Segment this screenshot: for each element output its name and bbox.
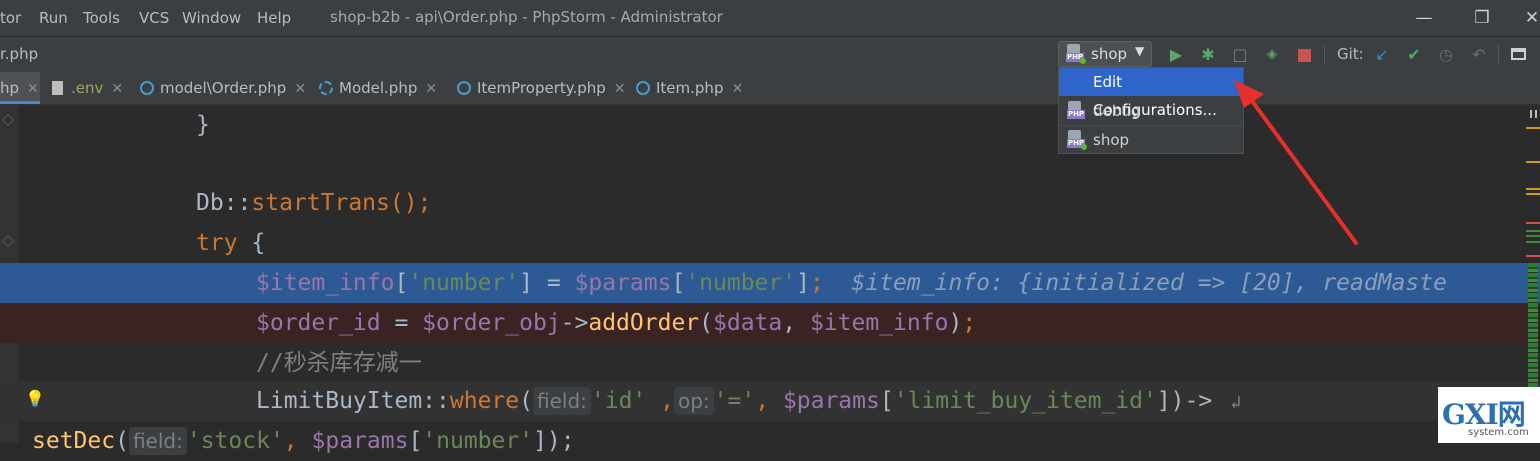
- run-icon[interactable]: ▶: [1166, 45, 1186, 65]
- listen-debug-icon[interactable]: ◈: [1262, 45, 1282, 65]
- close-tab-icon[interactable]: ✕: [27, 81, 39, 97]
- stripe-marker[interactable]: [1526, 193, 1540, 195]
- close-tab-icon[interactable]: ✕: [294, 81, 306, 97]
- php-run-config-icon: PHP: [1066, 44, 1086, 64]
- close-tab-icon[interactable]: ✕: [614, 81, 626, 97]
- stop-icon[interactable]: [1294, 45, 1314, 65]
- stripe-marker[interactable]: [1530, 110, 1532, 118]
- file-icon: [52, 81, 63, 95]
- chevron-down-icon: ▼: [1135, 44, 1145, 58]
- menu-item-shop[interactable]: PHP shop: [1059, 126, 1243, 154]
- window-title: shop-b2b - api\Order.php - PhpStorm - Ad…: [330, 8, 723, 26]
- close-window-icon[interactable]: ✕: [1520, 6, 1540, 30]
- tab-label: model\Order.php: [160, 79, 287, 97]
- inline-debug-value: $item_info: {initialized => [20], readMa…: [851, 270, 1447, 296]
- tab-model-order[interactable]: model\Order.php ✕: [140, 72, 306, 104]
- git-update-icon[interactable]: ↙: [1372, 45, 1392, 65]
- code-line: //秒杀库存减一: [256, 350, 422, 376]
- restore-icon[interactable]: ❐: [1470, 6, 1494, 30]
- tab-order-php[interactable]: hp ✕: [0, 72, 40, 104]
- stripe-marker[interactable]: [1526, 161, 1540, 163]
- git-history-icon[interactable]: ◷: [1436, 45, 1456, 65]
- class-icon: [457, 81, 471, 95]
- git-label: Git:: [1337, 45, 1364, 63]
- param-hint: field:: [532, 387, 591, 415]
- breakpoint-line: $order_id = $order_obj->addOrder($data, …: [0, 303, 1540, 343]
- class-icon: [140, 81, 154, 95]
- tab-label: hp: [0, 79, 20, 97]
- menu-vcs[interactable]: VCS: [139, 9, 169, 27]
- param-hint: op:: [673, 387, 714, 415]
- stripe-marker[interactable]: [1526, 222, 1540, 224]
- menu-tools[interactable]: Tools: [83, 9, 120, 27]
- stripe-marker[interactable]: [1535, 110, 1537, 118]
- menu-item-debug[interactable]: PHP debug: [1059, 97, 1243, 125]
- menu-bar: tor Run Tools VCS Window Help shop-b2b -…: [0, 0, 1540, 36]
- stripe-marker[interactable]: [1526, 188, 1540, 190]
- close-tab-icon[interactable]: ✕: [425, 81, 437, 97]
- caret-line: LimitBuyItem::where(field:'id' , op: '=', …: [0, 381, 1540, 421]
- coverage-icon[interactable]: □: [1230, 45, 1250, 65]
- project-structure-icon[interactable]: [1508, 45, 1528, 65]
- tab-label: Model.php: [339, 79, 418, 97]
- tab-label: Item.php: [656, 79, 724, 97]
- navigation-toolbar: r.php PHP shop ▼ ▶ ✱ □ ◈ Git: ↙ ✔ ◷ ↶: [0, 36, 1540, 73]
- tab-model[interactable]: Model.php ✕: [319, 72, 437, 104]
- git-rollback-icon[interactable]: ↶: [1469, 45, 1489, 65]
- debug-icon[interactable]: ✱: [1198, 45, 1218, 65]
- code-line: setDec(field:'stock', $params['number'])…: [32, 427, 575, 455]
- stripe-marker[interactable]: [1526, 230, 1540, 232]
- tab-label: ItemProperty.php: [477, 79, 606, 97]
- minimize-icon[interactable]: —: [1412, 6, 1436, 30]
- tab-item[interactable]: Item.php ✕: [636, 72, 743, 104]
- breadcrumb-file[interactable]: r.php: [0, 45, 38, 63]
- menu-help[interactable]: Help: [257, 9, 291, 27]
- run-config-label: shop: [1091, 45, 1128, 63]
- run-configuration-menu: Edit Configurations... PHP debug PHP sho…: [1058, 67, 1244, 154]
- intention-bulb-icon[interactable]: 💡: [25, 389, 45, 408]
- close-tab-icon[interactable]: ✕: [731, 81, 743, 97]
- wrap-icon: ↲: [1230, 392, 1242, 413]
- class-icon: [636, 81, 650, 95]
- tab-env[interactable]: .env ✕: [52, 72, 123, 104]
- menu-tools-partial[interactable]: tor: [0, 9, 21, 27]
- stripe-marker[interactable]: [1526, 255, 1540, 257]
- toolbar-divider: [1324, 45, 1325, 65]
- php-run-config-icon: PHP: [1067, 101, 1087, 121]
- toolbar-divider: [1498, 45, 1499, 65]
- menu-run[interactable]: Run: [39, 9, 68, 27]
- tab-item-property[interactable]: ItemProperty.php ✕: [457, 72, 626, 104]
- abstract-class-icon: [319, 81, 333, 95]
- menu-window[interactable]: Window: [182, 9, 241, 27]
- run-configuration-dropdown[interactable]: PHP shop ▼: [1058, 41, 1152, 67]
- close-tab-icon[interactable]: ✕: [111, 81, 123, 97]
- param-hint: field:: [128, 427, 187, 455]
- annotation-arrow: [1234, 80, 1358, 245]
- git-commit-icon[interactable]: ✔: [1404, 45, 1424, 65]
- menu-item-edit-configurations[interactable]: Edit Configurations...: [1059, 68, 1243, 119]
- stripe-marker[interactable]: [1526, 127, 1540, 129]
- tab-label: .env: [71, 79, 104, 97]
- php-run-config-icon: PHP: [1067, 130, 1087, 150]
- stripe-marker[interactable]: [1526, 241, 1540, 243]
- watermark-logo: GXI网 system.com: [1438, 387, 1540, 443]
- stripe-marker[interactable]: [1526, 235, 1540, 237]
- execution-point-line: $item_info['number'] = $params['number']…: [0, 263, 1540, 303]
